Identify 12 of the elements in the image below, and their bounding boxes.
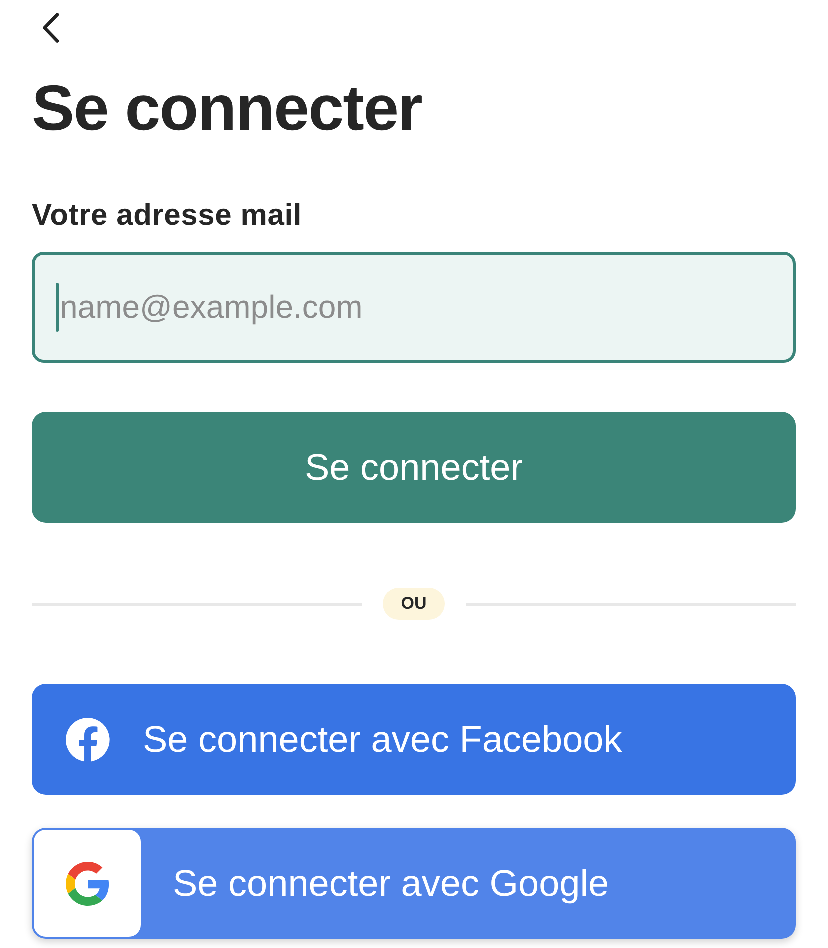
page-title: Se connecter [32, 71, 422, 146]
divider-label: OU [383, 588, 445, 620]
chevron-left-icon [42, 13, 60, 43]
text-cursor-icon [56, 283, 59, 332]
facebook-login-button[interactable]: Se connecter avec Facebook [32, 684, 796, 795]
email-input-field[interactable]: name@example.com [32, 252, 796, 363]
field-label: Votre adresse mail [32, 198, 302, 234]
facebook-icon [66, 718, 110, 762]
google-login-button[interactable]: Se connecter avec Google [32, 828, 796, 939]
google-icon [34, 830, 141, 937]
back-button[interactable] [42, 13, 60, 43]
login-button[interactable]: Se connecter [32, 412, 796, 523]
